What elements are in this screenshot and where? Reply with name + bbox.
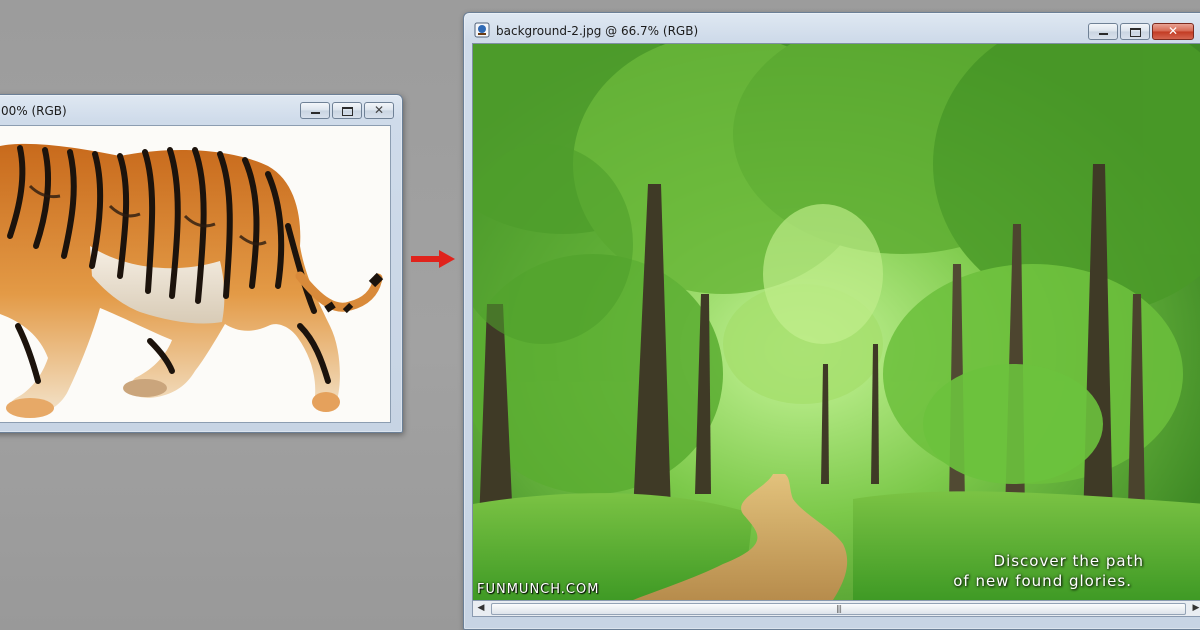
forest-window-controls: ✕ bbox=[1088, 23, 1194, 40]
forest-path-image bbox=[473, 44, 1200, 600]
close-icon: ✕ bbox=[1167, 24, 1179, 38]
minimize-icon bbox=[311, 112, 320, 114]
scrollbar-grip: ||| bbox=[835, 604, 842, 613]
tiger-image bbox=[0, 143, 384, 418]
forest-maximize-button[interactable] bbox=[1120, 23, 1150, 40]
scroll-left-arrow-icon[interactable]: ◀ bbox=[473, 601, 489, 616]
tiger-window-controls: ✕ bbox=[300, 102, 394, 119]
forest-image-canvas[interactable]: Discover the path of new found glories. … bbox=[472, 43, 1200, 601]
tiger-window-titlebar[interactable]: 00% (RGB) ✕ bbox=[0, 95, 402, 125]
tiger-document-window[interactable]: 00% (RGB) ✕ bbox=[0, 94, 403, 433]
right-arrow-icon bbox=[411, 250, 455, 268]
minimize-icon bbox=[1099, 33, 1108, 35]
scroll-right-arrow-icon[interactable]: ▶ bbox=[1188, 601, 1200, 616]
forest-window-titlebar[interactable]: background-2.jpg @ 66.7% (RGB) ✕ bbox=[464, 13, 1200, 43]
photoshop-document-icon bbox=[474, 22, 490, 38]
close-icon: ✕ bbox=[373, 103, 385, 117]
image-caption-line-1: Discover the path bbox=[993, 552, 1144, 570]
tiger-close-button[interactable]: ✕ bbox=[364, 102, 394, 119]
image-watermark: FUNMUNCH.COM bbox=[477, 582, 600, 597]
tiger-minimize-button[interactable] bbox=[300, 102, 330, 119]
maximize-icon bbox=[342, 107, 353, 116]
forest-window-title: background-2.jpg @ 66.7% (RGB) bbox=[496, 24, 699, 38]
forest-minimize-button[interactable] bbox=[1088, 23, 1118, 40]
horizontal-scrollbar[interactable]: ◀ ||| ▶ bbox=[472, 600, 1200, 617]
tiger-window-title: 00% (RGB) bbox=[1, 104, 67, 118]
image-caption-line-2: of new found glories. bbox=[953, 572, 1132, 590]
forest-document-window[interactable]: background-2.jpg @ 66.7% (RGB) ✕ Discove… bbox=[463, 12, 1200, 630]
forest-close-button[interactable]: ✕ bbox=[1152, 23, 1194, 40]
tiger-image-canvas[interactable] bbox=[0, 125, 391, 423]
tiger-maximize-button[interactable] bbox=[332, 102, 362, 119]
scrollbar-thumb[interactable]: ||| bbox=[491, 603, 1186, 615]
maximize-icon bbox=[1130, 28, 1141, 37]
